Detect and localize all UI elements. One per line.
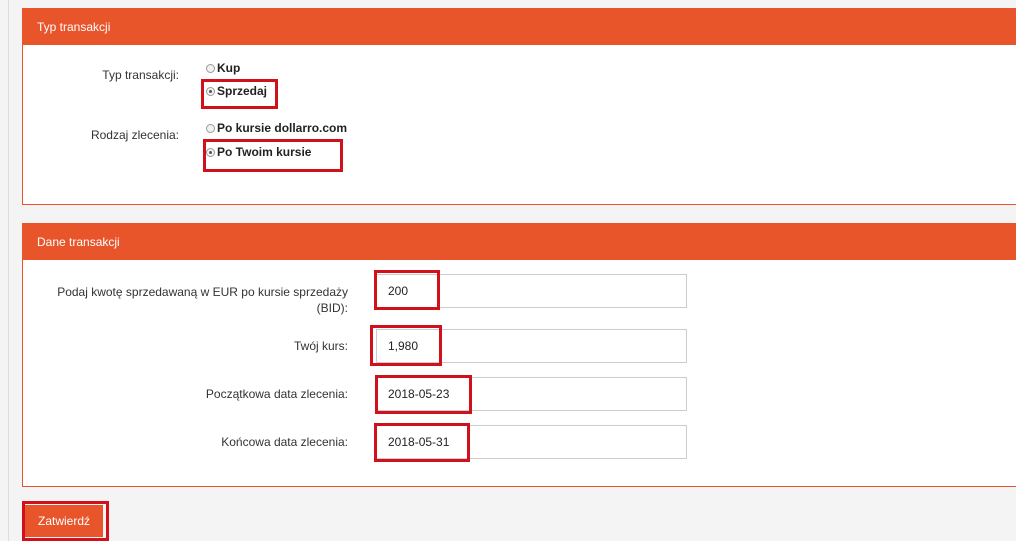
radio-buy[interactable]: Kup [206,61,240,75]
radio-sell[interactable]: Sprzedaj [206,84,267,98]
radio-own-rate[interactable]: Po Twoim kursie [206,145,311,159]
amount-label: Podaj kwotę sprzedawaną w EUR po kursie … [30,284,348,316]
panel-title: Typ transakcji [23,9,1016,45]
order-type-label: Rodzaj zlecenia: [90,128,179,142]
radio-icon[interactable] [206,123,215,133]
radio-dollarro-label: Po kursie dollarro.com [217,121,348,135]
amount-label-line2: (BID): [316,301,348,315]
radio-own-rate-label: Po Twoim kursie [217,145,312,159]
submit-button[interactable]: Zatwierdź [25,505,103,537]
radio-selected-icon[interactable] [206,147,215,157]
radio-sell-label: Sprzedaj [217,84,268,98]
transaction-type-panel: Typ transakcji [22,8,1016,205]
amount-input[interactable]: 200 [376,274,687,308]
amount-label-line1: Podaj kwotę sprzedawaną w EUR po kursie … [57,285,348,299]
radio-icon[interactable] [206,63,215,73]
radio-dollarro-rate[interactable]: Po kursie dollarro.com [206,121,347,135]
page-border [8,0,9,541]
start-date-label: Początkowa data zlecenia: [205,387,348,401]
transaction-type-label: Typ transakcji: [102,68,179,82]
radio-selected-icon[interactable] [206,86,215,96]
start-date-input[interactable]: 2018-05-23 [376,377,687,411]
radio-buy-label: Kup [217,61,241,75]
panel-title: Dane transakcji [23,224,1016,260]
rate-label: Twój kurs: [293,339,348,353]
page: Typ transakcji Typ transakcji: Kup Sprze… [0,0,1016,541]
end-date-label: Końcowa data zlecenia: [221,435,348,449]
end-date-input[interactable]: 2018-05-31 [376,425,687,459]
rate-input[interactable]: 1,980 [376,329,687,363]
